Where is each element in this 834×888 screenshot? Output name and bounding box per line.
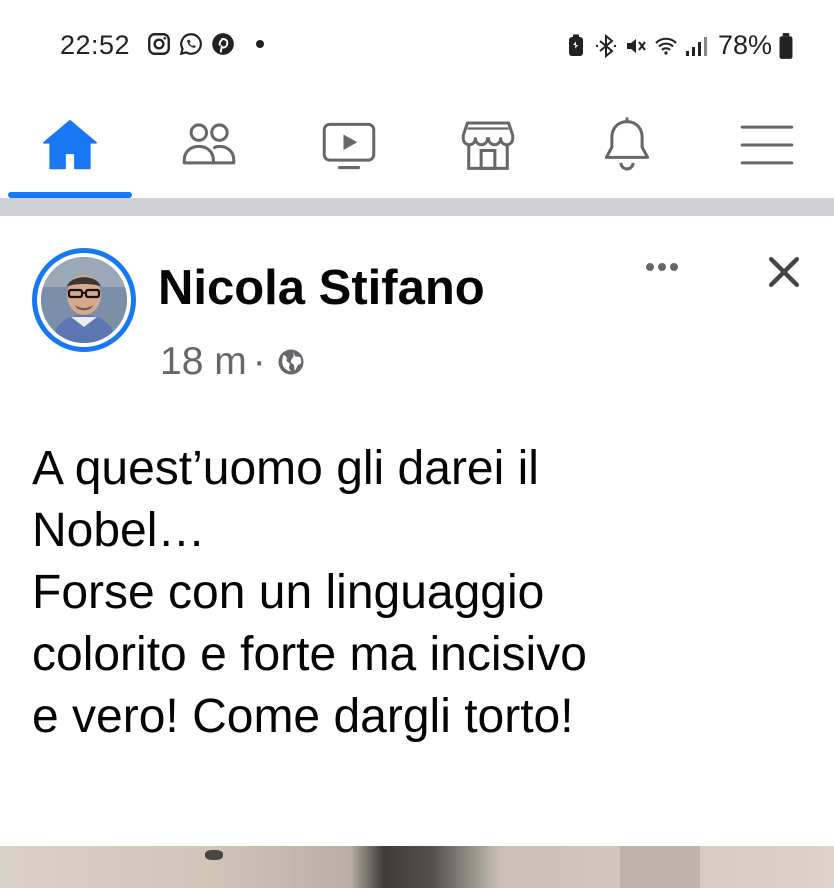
whatsapp-icon [179, 33, 202, 56]
pinterest-icon [212, 33, 234, 55]
post-text-line: A quest’uomo gli darei il [32, 442, 539, 495]
feed-post: Nicola Stifano 18 m · A quest’uomo gli d… [0, 216, 834, 846]
video-icon [322, 122, 376, 170]
avatar [41, 257, 127, 343]
nav-marketplace-tab[interactable] [426, 92, 550, 198]
meta-separator: · [252, 340, 266, 383]
more-dot [670, 263, 678, 271]
battery-icon [779, 32, 793, 59]
instagram-icon [148, 33, 170, 55]
status-bar: 22:52 78% [0, 0, 834, 92]
globe-icon [278, 349, 304, 375]
signal-icon [685, 36, 707, 56]
hide-post-button[interactable] [756, 244, 812, 300]
status-system-icons: 78% [564, 30, 794, 61]
post-image[interactable] [0, 846, 834, 888]
friends-icon [182, 123, 236, 165]
post-meta: 18 m · [160, 340, 306, 384]
nav-watch-tab[interactable] [287, 92, 411, 198]
image-detail [620, 846, 700, 888]
story-ring[interactable] [32, 248, 136, 352]
more-dot [658, 263, 666, 271]
battery-percentage: 78% [717, 30, 772, 60]
post-more-options-button[interactable] [632, 252, 692, 282]
app-nav-bar [0, 92, 834, 198]
image-detail [205, 850, 223, 860]
nav-home-tab[interactable] [8, 92, 132, 198]
close-icon [768, 256, 800, 288]
more-dots-icon [646, 263, 654, 271]
post-author-name[interactable]: Nicola Stifano [158, 260, 485, 316]
battery-saver-icon [568, 34, 583, 56]
post-text-line: e vero! Come dargli torto! [32, 690, 574, 743]
home-icon [43, 119, 97, 170]
status-notification-icons [146, 31, 264, 57]
post-text-line: colorito e forte ma incisivo [32, 628, 587, 681]
nav-notifications-tab[interactable] [565, 92, 689, 198]
nav-friends-tab[interactable] [147, 92, 271, 198]
status-time: 22:52 [60, 30, 131, 60]
hamburger-menu-icon [740, 125, 794, 165]
mute-icon [626, 38, 646, 53]
post-text-line: Forse con un linguaggio [32, 566, 545, 619]
notification-dot [256, 40, 264, 48]
post-text-line: Nobel… [32, 504, 206, 557]
bell-icon [604, 117, 650, 171]
marketplace-icon [461, 121, 515, 170]
wifi-icon [655, 37, 677, 55]
bluetooth-icon [595, 33, 617, 58]
nav-divider [0, 198, 834, 216]
avatar-photo [41, 257, 127, 343]
post-timestamp[interactable]: 18 m [160, 340, 247, 384]
post-body-text: A quest’uomo gli darei il Nobel… Forse c… [32, 438, 812, 748]
nav-menu-tab[interactable] [705, 92, 829, 198]
